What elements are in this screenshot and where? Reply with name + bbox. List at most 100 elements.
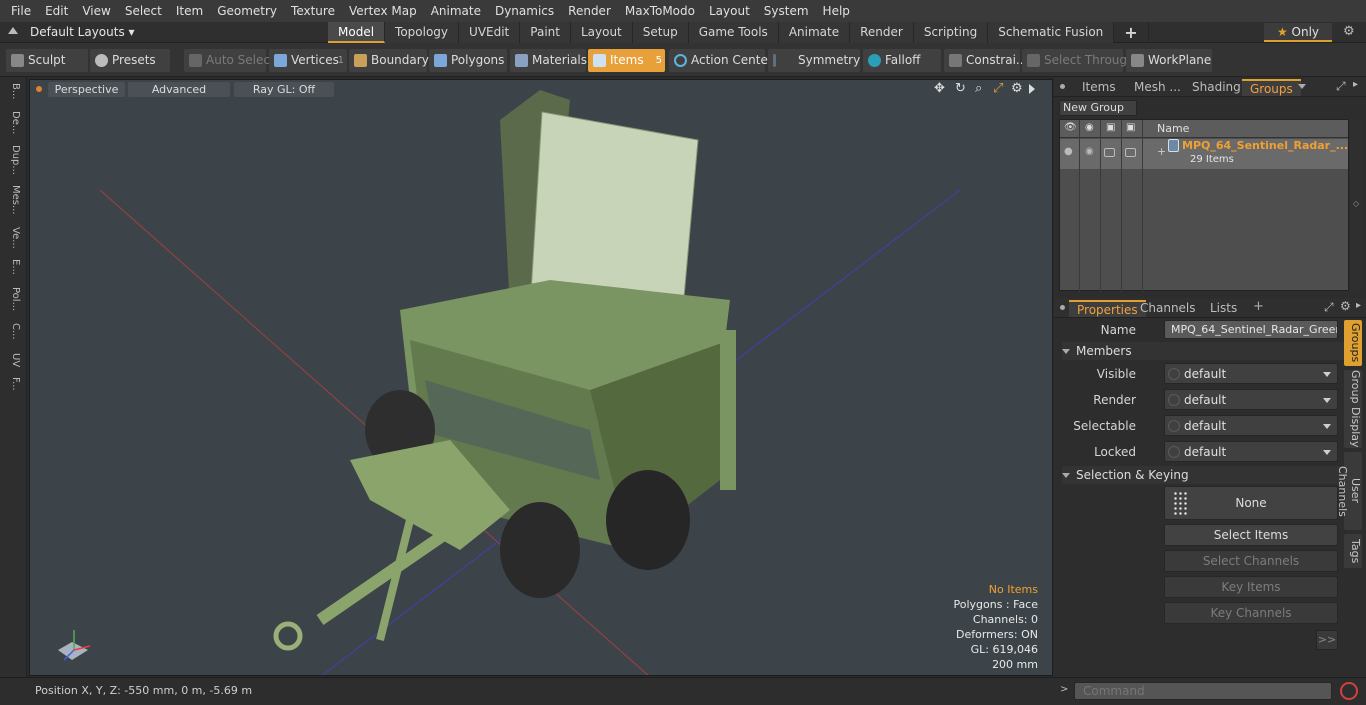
perspective-dropdown[interactable]: Perspective [48, 82, 125, 97]
add-tab-button[interactable]: + [1114, 22, 1149, 43]
settings-gear-icon[interactable]: ⚙ [1343, 24, 1355, 39]
left-tab-polygon[interactable]: Pol... [5, 287, 21, 311]
name-field[interactable]: MPQ_64_Sentinel_Radar_Green_ [1164, 320, 1338, 339]
action-center-button[interactable]: Action Center [669, 49, 773, 72]
render-dropdown[interactable]: default [1164, 389, 1338, 410]
left-tab-deform[interactable]: De... [5, 111, 21, 134]
left-tab-basic[interactable]: B... [5, 83, 21, 99]
record-macro-icon[interactable] [1340, 682, 1358, 700]
menu-file[interactable]: File [4, 0, 38, 22]
constraints-button[interactable]: Constrai... [944, 49, 1027, 72]
properties-menu-dot-icon[interactable] [1060, 305, 1065, 310]
group-row[interactable]: ● ◉ + MPQ_64_Sentinel_Radar_... 29 Items [1060, 139, 1348, 169]
advanced-dropdown[interactable]: Advanced [128, 82, 230, 97]
command-input[interactable] [1074, 682, 1332, 700]
symmetry-button[interactable]: Symmetry [768, 49, 860, 72]
panel-maximize-icon[interactable]: ⤢ [1336, 79, 1346, 94]
zoom-search-icon[interactable]: ⌕ [975, 81, 982, 96]
menu-system[interactable]: System [757, 0, 816, 22]
select-channels-button[interactable]: Select Channels [1164, 550, 1338, 572]
left-tab-curve[interactable]: C... [5, 323, 21, 340]
tab-paint[interactable]: Paint [520, 22, 571, 43]
menu-help[interactable]: Help [816, 0, 857, 22]
row-visibility-icon[interactable]: ● [1064, 146, 1073, 157]
locked-cube-icon[interactable]: ▣ [1126, 122, 1135, 133]
falloff-button[interactable]: Falloff [863, 49, 941, 72]
3d-viewport[interactable]: Perspective Advanced Ray GL: Off ✥ ↻ ⌕ ⤢… [29, 79, 1053, 676]
tab-scripting[interactable]: Scripting [913, 22, 989, 43]
left-tab-fusion[interactable]: F... [5, 377, 21, 391]
pan-move-icon[interactable]: ✥ [934, 81, 945, 96]
viewport-menu-dot-icon[interactable] [36, 86, 42, 92]
more-button[interactable]: >> [1316, 630, 1338, 650]
tab-topology[interactable]: Topology [385, 22, 460, 43]
menu-maxtomodo[interactable]: MaxToModo [618, 0, 702, 22]
side-tab-group-display[interactable]: Group Display [1344, 370, 1362, 448]
left-tab-uv[interactable]: UV [5, 353, 21, 367]
key-items-button[interactable]: Key Items [1164, 576, 1338, 598]
row-render-icon[interactable]: ◉ [1085, 146, 1094, 157]
tab-game-tools[interactable]: Game Tools [688, 22, 779, 43]
locked-dropdown[interactable]: default [1164, 441, 1338, 462]
tab-groups[interactable]: Groups [1242, 79, 1301, 96]
raygl-toggle[interactable]: Ray GL: Off [234, 82, 334, 97]
tab-items[interactable]: Items [1074, 79, 1124, 96]
tab-animate[interactable]: Animate [778, 22, 851, 43]
menu-render[interactable]: Render [561, 0, 618, 22]
new-group-button[interactable]: New Group [1059, 100, 1137, 116]
rotate-icon[interactable]: ↻ [955, 81, 966, 96]
tab-uvedit[interactable]: UVEdit [459, 22, 521, 43]
maximize-icon[interactable]: ⤢ [993, 81, 1003, 96]
visibility-eye-icon[interactable]: 👁 [1064, 122, 1077, 133]
selection-keying-section-header[interactable]: Selection & Keying [1062, 466, 1346, 484]
groups-list[interactable]: 👁 ◉ ▣ ▣ Name ● ◉ + MPQ_64_Sentinel_Radar… [1059, 119, 1349, 292]
boundary-button[interactable]: Boundary [349, 49, 429, 72]
tab-model[interactable]: Model [328, 22, 386, 43]
menu-animate[interactable]: Animate [424, 0, 488, 22]
menu-texture[interactable]: Texture [284, 0, 342, 22]
vertices-button[interactable]: Vertices 1 [269, 49, 347, 72]
polygons-button[interactable]: Polygons [429, 49, 507, 72]
left-tab-vertex[interactable]: Ve... [5, 227, 21, 249]
tab-render[interactable]: Render [850, 22, 914, 43]
render-icon[interactable]: ◉ [1085, 122, 1094, 133]
menu-geometry[interactable]: Geometry [210, 0, 284, 22]
menu-vertex-map[interactable]: Vertex Map [342, 0, 424, 22]
row-selectable-checkbox[interactable] [1104, 148, 1115, 157]
select-items-button[interactable]: Select Items [1164, 524, 1338, 546]
viewport-settings-gear-icon[interactable]: ⚙ [1011, 81, 1023, 96]
add-properties-tab-icon[interactable]: + [1253, 299, 1264, 314]
selectable-cube-icon[interactable]: ▣ [1106, 122, 1115, 133]
groups-scrollbar[interactable]: ◇ [1350, 119, 1362, 291]
tab-schematic-fusion[interactable]: Schematic Fusion [988, 22, 1115, 43]
default-layouts-dropdown[interactable]: Default Layouts ▾ [30, 22, 135, 43]
panel-menu-dot-icon[interactable] [1060, 84, 1065, 89]
side-tab-groups[interactable]: Groups [1344, 320, 1362, 366]
menu-view[interactable]: View [75, 0, 117, 22]
auto-select-button[interactable]: Auto Select [184, 49, 275, 72]
tab-setup[interactable]: Setup [632, 22, 689, 43]
select-through-button[interactable]: Select Through [1022, 49, 1135, 72]
menu-dynamics[interactable]: Dynamics [488, 0, 561, 22]
menu-item[interactable]: Item [169, 0, 210, 22]
row-locked-checkbox[interactable] [1125, 148, 1136, 157]
left-tab-duplicate[interactable]: Dup... [5, 145, 21, 175]
properties-collapse-arrow-icon[interactable]: ▸ [1356, 300, 1361, 311]
only-button[interactable]: ★ Only [1264, 23, 1332, 42]
layout-up-icon[interactable] [8, 27, 18, 34]
properties-gear-icon[interactable]: ⚙ [1340, 299, 1351, 313]
none-button[interactable]: None [1164, 486, 1338, 520]
selectable-dropdown[interactable]: default [1164, 415, 1338, 436]
materials-button[interactable]: Materials [510, 49, 587, 72]
visible-dropdown[interactable]: default [1164, 363, 1338, 384]
tab-layout[interactable]: Layout [570, 22, 633, 43]
expand-plus-icon[interactable]: + [1157, 145, 1166, 158]
menu-edit[interactable]: Edit [38, 0, 75, 22]
left-tab-edge[interactable]: E... [5, 259, 21, 275]
key-channels-button[interactable]: Key Channels [1164, 602, 1338, 624]
tab-channels[interactable]: Channels [1132, 300, 1204, 317]
scroll-handle-icon[interactable]: ◇ [1353, 199, 1359, 208]
tab-mesh[interactable]: Mesh ... [1126, 79, 1189, 96]
members-section-header[interactable]: Members [1062, 342, 1346, 360]
tab-lists[interactable]: Lists [1202, 300, 1245, 317]
